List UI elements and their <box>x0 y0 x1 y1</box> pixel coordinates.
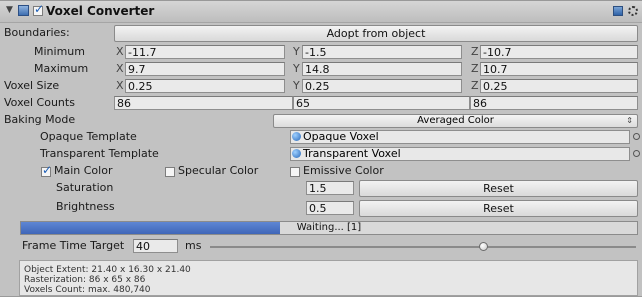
voxel-size-y-axis-label: Y <box>293 79 300 92</box>
help-book-icon[interactable] <box>613 6 623 16</box>
emissive-color-label: Emissive Color <box>303 164 384 177</box>
object-picker-icon[interactable] <box>633 133 640 140</box>
saturation-label: Saturation <box>56 181 114 194</box>
frame-time-field[interactable]: 40 <box>133 239 178 253</box>
voxel-counts-label: Voxel Counts <box>4 96 75 109</box>
maximum-label: Maximum <box>34 62 89 75</box>
component-title: Voxel Converter <box>46 4 155 18</box>
brightness-field[interactable]: 0.5 <box>306 201 354 215</box>
brightness-reset-button[interactable]: Reset <box>359 200 638 217</box>
transparent-template-field[interactable]: Transparent Voxel <box>290 147 630 161</box>
info-box: Object Extent: 21.40 x 16.30 x 21.40 Ras… <box>19 260 638 296</box>
voxel-size-label: Voxel Size <box>4 79 60 92</box>
transparent-template-label: Transparent Template <box>40 147 159 160</box>
saturation-reset-button[interactable]: Reset <box>359 180 638 197</box>
component-header: ▼ ✓ Voxel Converter <box>0 1 642 23</box>
minimum-label: Minimum <box>34 45 85 58</box>
maximum-x-axis-label: X <box>116 62 124 75</box>
maximum-x-field[interactable]: 9.7 <box>125 62 285 76</box>
component-icon <box>18 5 29 16</box>
voxel-counts-z-field: 86 <box>470 96 638 110</box>
conversion-progress-bar: Waiting... [1] <box>20 221 638 235</box>
baking-mode-selected: Averaged Color <box>417 115 494 126</box>
maximum-y-field[interactable]: 14.8 <box>302 62 462 76</box>
prefab-sphere-icon <box>292 149 301 158</box>
saturation-field[interactable]: 1.5 <box>306 181 354 195</box>
brightness-label: Brightness <box>56 200 115 213</box>
object-picker-icon[interactable] <box>633 150 640 157</box>
foldout-triangle-icon[interactable]: ▼ <box>6 5 13 15</box>
minimum-y-field[interactable]: -1.5 <box>302 45 462 59</box>
dropdown-arrows-icon: ⇕ <box>626 116 633 125</box>
specular-color-checkbox[interactable] <box>165 167 175 177</box>
minimum-x-field[interactable]: -11.7 <box>125 45 285 59</box>
baking-mode-label: Baking Mode <box>4 113 76 126</box>
voxel-converter-panel: ▼ ✓ Voxel Converter Boundaries: Adopt fr… <box>0 0 642 297</box>
maximum-z-field[interactable]: 10.7 <box>480 62 638 76</box>
voxel-size-z-axis-label: Z <box>471 79 479 92</box>
minimum-y-axis-label: Y <box>293 45 300 58</box>
voxel-size-x-axis-label: X <box>116 79 124 92</box>
frame-time-unit: ms <box>185 239 202 252</box>
frame-time-slider-track[interactable] <box>210 246 636 248</box>
progress-status-text: Waiting... [1] <box>296 222 362 233</box>
specular-color-label: Specular Color <box>178 164 259 177</box>
voxels-count-text: Voxels Count: max. 480,740 <box>24 285 151 295</box>
opaque-template-value: Opaque Voxel <box>303 130 379 143</box>
component-enabled-checkbox[interactable]: ✓ <box>33 3 44 16</box>
minimum-z-axis-label: Z <box>471 45 479 58</box>
object-extent-text: Object Extent: 21.40 x 16.30 x 21.40 <box>24 265 191 275</box>
gear-icon[interactable] <box>628 6 638 16</box>
emissive-color-checkbox[interactable] <box>290 167 300 177</box>
prefab-sphere-icon <box>292 132 301 141</box>
voxel-size-z-field[interactable]: 0.25 <box>480 79 638 93</box>
opaque-template-label: Opaque Template <box>40 130 137 143</box>
main-color-checkbox[interactable]: ✓ <box>41 164 52 177</box>
voxel-counts-x-field: 86 <box>114 96 293 110</box>
frame-time-target-label: Frame Time Target <box>22 239 125 252</box>
opaque-template-field[interactable]: Opaque Voxel <box>290 130 630 144</box>
rasterization-text: Rasterization: 86 x 65 x 86 <box>24 275 146 285</box>
voxel-counts-y-field: 65 <box>293 96 470 110</box>
minimum-z-field[interactable]: -10.7 <box>480 45 638 59</box>
adopt-from-object-button[interactable]: Adopt from object <box>114 25 638 42</box>
minimum-x-axis-label: X <box>116 45 124 58</box>
maximum-y-axis-label: Y <box>293 62 300 75</box>
boundaries-label: Boundaries: <box>4 26 70 39</box>
voxel-size-x-field[interactable]: 0.25 <box>125 79 285 93</box>
frame-time-slider-thumb[interactable] <box>478 242 488 251</box>
voxel-size-y-field[interactable]: 0.25 <box>302 79 462 93</box>
baking-mode-dropdown[interactable]: Averaged Color ⇕ <box>273 114 638 128</box>
main-color-label: Main Color <box>54 164 113 177</box>
transparent-template-value: Transparent Voxel <box>303 147 401 160</box>
maximum-z-axis-label: Z <box>471 62 479 75</box>
